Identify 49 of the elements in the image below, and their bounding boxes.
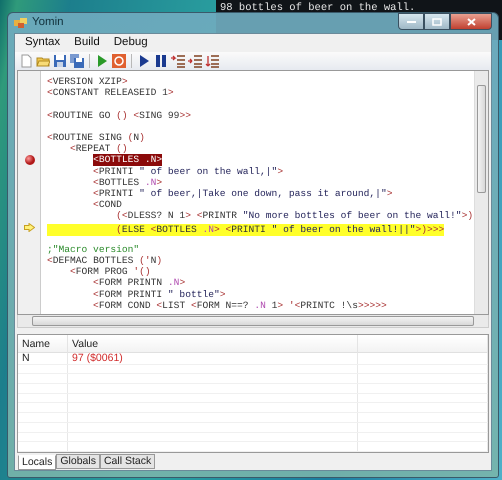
code-line: <PRINTI " of beer on the wall,|"> xyxy=(92,166,284,177)
tab[interactable]: Locals xyxy=(18,455,56,470)
step-into-icon[interactable] xyxy=(171,54,185,68)
code-line: <FORM COND <LIST <FORM N==? .N 1> '<PRINTC !\s>>>>> xyxy=(92,300,387,311)
scroll-thumb[interactable] xyxy=(32,316,474,326)
menu-item[interactable]: Debug xyxy=(108,34,154,52)
window-title: Yomin xyxy=(32,15,64,30)
breakpoint-icon[interactable] xyxy=(24,154,34,165)
code-line: <FORM PRINTI " bottle"> xyxy=(92,288,226,300)
code-line: <FORM PRINTN .N> xyxy=(92,277,186,289)
code-line: <ROUTINE SING (N) xyxy=(47,132,145,144)
column-header[interactable]: Name xyxy=(18,335,68,355)
code-line: <CONSTANT RELEASEID 1> xyxy=(47,87,174,98)
vertical-scrollbar[interactable] xyxy=(474,71,488,314)
code-line: <BOTTLES .N> xyxy=(92,176,162,188)
code-line: (<DLESS? N 1> <PRINTR "No more bottles of beer on the wall!">) xyxy=(115,210,474,222)
code-line: ;"Macro version" xyxy=(47,244,140,255)
close-icon xyxy=(466,18,476,26)
play-icon[interactable] xyxy=(137,54,151,68)
stop-icon[interactable] xyxy=(112,54,126,68)
code-line: <ROUTINE GO () <SING 99>> xyxy=(47,110,191,121)
pause-icon[interactable] xyxy=(154,54,168,68)
save-icon[interactable] xyxy=(53,54,67,68)
console-text: 98 bottles of beer on the wall. xyxy=(220,1,416,16)
new-file-icon[interactable] xyxy=(19,54,33,68)
step-out-icon[interactable] xyxy=(205,54,219,68)
minimize-icon xyxy=(406,20,416,23)
maximize-icon xyxy=(432,18,442,26)
close-button[interactable] xyxy=(450,13,492,30)
code-line: <COND xyxy=(92,199,122,210)
code-line: <PRINTI " of beer,|Take one down, pass it around,|"> xyxy=(92,188,392,200)
app-icon xyxy=(14,17,28,29)
run-icon[interactable] xyxy=(95,54,109,68)
table-cell: N xyxy=(22,352,30,364)
scroll-thumb[interactable] xyxy=(477,85,486,193)
step-over-icon[interactable] xyxy=(188,54,202,68)
menu-item[interactable]: Syntax xyxy=(19,34,66,52)
code-line: <VERSION XZIP> xyxy=(47,76,128,88)
horizontal-scrollbar[interactable] xyxy=(17,315,489,328)
menu-item[interactable]: Build xyxy=(68,34,106,52)
tab[interactable]: Call Stack xyxy=(100,454,156,469)
table-cell: 97 ($0061) xyxy=(72,352,123,364)
tab[interactable]: Globals xyxy=(56,454,100,469)
code-line: <DEFMAC BOTTLES ('N) xyxy=(47,255,162,266)
save-all-icon[interactable] xyxy=(70,54,84,68)
code-line: <REPEAT () xyxy=(69,143,128,154)
minimize-button[interactable] xyxy=(398,13,424,30)
maximize-button[interactable] xyxy=(424,13,450,30)
code-line: <FORM PROG '() xyxy=(69,266,151,278)
